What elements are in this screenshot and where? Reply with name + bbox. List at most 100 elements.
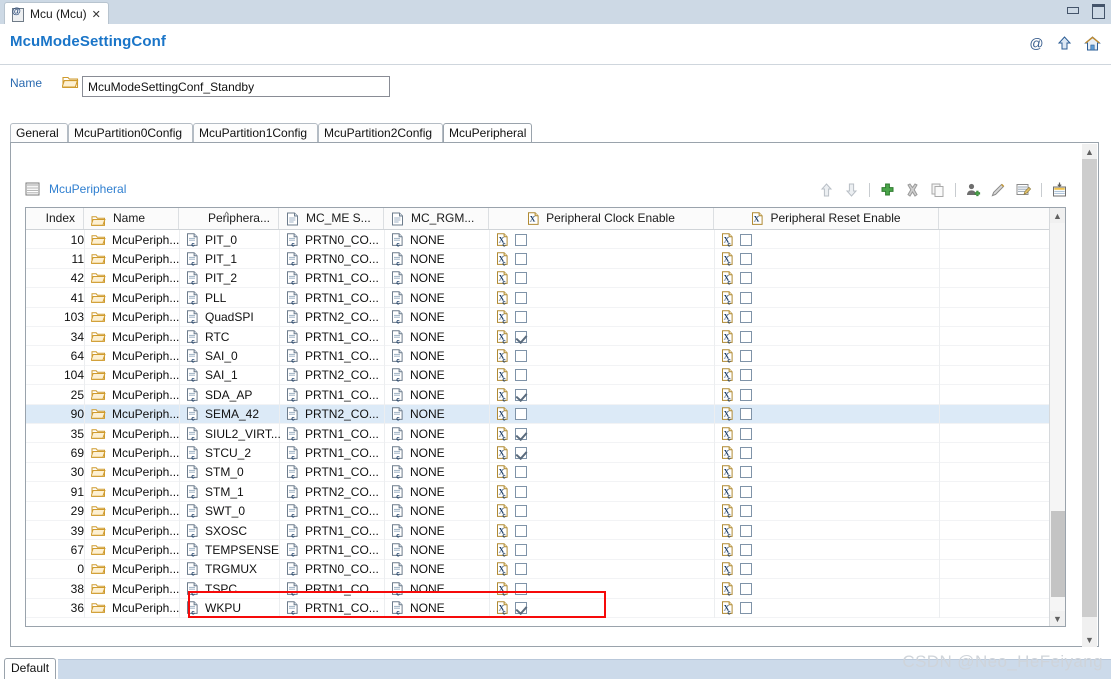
reset-enable-checkbox[interactable] (740, 233, 752, 246)
clock-enable-checkbox[interactable] (515, 233, 527, 246)
cell-peripheral-reset-enable[interactable]: Xc (714, 424, 946, 443)
move-down-icon[interactable] (842, 181, 861, 199)
clock-enable-checkbox[interactable] (515, 524, 527, 537)
tab-general[interactable]: General (10, 123, 68, 142)
clock-enable-checkbox[interactable] (515, 253, 527, 266)
cell-peripheral-reset-enable[interactable]: Xc (714, 249, 946, 268)
maximize-button[interactable] (1090, 3, 1105, 19)
name-input[interactable] (82, 76, 390, 97)
clock-enable-checkbox[interactable] (515, 427, 527, 440)
close-icon[interactable]: ✕ (92, 8, 101, 21)
reset-enable-checkbox[interactable] (740, 388, 752, 401)
link-at-icon[interactable]: @ (1028, 35, 1045, 52)
table-row[interactable]: 29 McuPeriph... c SWT_0 c PRTN1_CO... c NONE Xc X… (26, 501, 1050, 521)
cell-peripheral-clock-enable[interactable]: Xc (489, 424, 721, 443)
reset-enable-checkbox[interactable] (740, 408, 752, 421)
table-row[interactable]: 0 McuPeriph... c TRGMUX c PRTN0_CO... c NONE Xc X… (26, 559, 1050, 580)
cell-peripheral-reset-enable[interactable]: Xc (714, 521, 946, 540)
table-scroll-thumb[interactable] (1051, 511, 1065, 597)
cell-peripheral-clock-enable[interactable]: Xc (489, 366, 721, 385)
cell-peripheral-clock-enable[interactable]: Xc (489, 521, 721, 540)
cell-peripheral-clock-enable[interactable]: Xc (489, 230, 721, 249)
table-row[interactable]: 69 McuPeriph... c STCU_2 c PRTN1_CO... c NONE Xc… (26, 443, 1050, 463)
export-table-icon[interactable] (1050, 181, 1069, 199)
table-row[interactable]: 35 McuPeriph... c SIUL2_VIRT... c PRTN1_CO...… (26, 424, 1050, 444)
reset-enable-checkbox[interactable] (740, 524, 752, 537)
up-arrow-icon[interactable] (1056, 35, 1073, 52)
cell-peripheral-clock-enable[interactable]: Xc (489, 579, 721, 598)
cell-peripheral-reset-enable[interactable]: Xc (714, 560, 946, 579)
move-up-icon[interactable] (817, 181, 836, 199)
table-row[interactable]: 11 McuPeriph... c PIT_1 c PRTN0_CO... c NONE Xc X… (26, 249, 1050, 269)
cell-peripheral-reset-enable[interactable]: Xc (714, 269, 946, 288)
table-column-header-spacer[interactable] (939, 208, 1050, 229)
clock-enable-checkbox[interactable] (515, 447, 527, 460)
clock-enable-checkbox[interactable] (515, 330, 527, 343)
cell-peripheral-reset-enable[interactable]: Xc (714, 346, 946, 365)
table-column-header-mc_me[interactable]: MC_ME S... (279, 208, 384, 229)
edit-table-icon[interactable] (1014, 181, 1033, 199)
table-column-header-name[interactable]: Name (84, 208, 179, 229)
table-row[interactable]: 64 McuPeriph... c SAI_0 c PRTN1_CO... c NONE Xc X… (26, 346, 1050, 366)
editor-tab-mcu[interactable]: Mcu (Mcu) ✕ (4, 2, 109, 25)
clock-enable-checkbox[interactable] (515, 311, 527, 324)
cell-peripheral-reset-enable[interactable]: Xc (714, 385, 946, 404)
reset-enable-checkbox[interactable] (740, 369, 752, 382)
add-user-icon[interactable] (964, 181, 983, 199)
reset-enable-checkbox[interactable] (740, 350, 752, 363)
cell-peripheral-reset-enable[interactable]: Xc (714, 405, 946, 424)
scroll-thumb[interactable] (1082, 159, 1097, 617)
reset-enable-checkbox[interactable] (740, 272, 752, 285)
reset-enable-checkbox[interactable] (740, 505, 752, 518)
cell-peripheral-clock-enable[interactable]: Xc (489, 405, 721, 424)
table-scroll-down-icon[interactable]: ▼ (1050, 611, 1065, 626)
tab-mcuperipheral[interactable]: McuPeripheral (443, 123, 532, 142)
clock-enable-checkbox[interactable] (515, 563, 527, 576)
clock-enable-checkbox[interactable] (515, 582, 527, 595)
cell-peripheral-clock-enable[interactable]: Xc (489, 249, 721, 268)
tab-mcupartition2config[interactable]: McuPartition2Config (318, 123, 443, 142)
table-column-header-peripheral[interactable]: Periphera... ^ (179, 208, 279, 229)
table-row[interactable]: 90 McuPeriph... c SEMA_42 c PRTN2_CO... c NONE X… (26, 404, 1050, 424)
cell-peripheral-reset-enable[interactable]: Xc (714, 288, 946, 307)
table-vertical-scrollbar[interactable]: ▲ ▼ (1049, 208, 1065, 626)
table-row[interactable]: 103 McuPeriph... c QuadSPI c PRTN2_CO... c NONE… (26, 307, 1050, 327)
reset-enable-checkbox[interactable] (740, 330, 752, 343)
table-row[interactable]: 39 McuPeriph... c SXOSC c PRTN1_CO... c NONE Xc X… (26, 521, 1050, 541)
cell-peripheral-reset-enable[interactable]: Xc (714, 463, 946, 482)
table-row[interactable]: 36 McuPeriph... c WKPU c PRTN1_CO... c NONE Xc Xc (26, 598, 1050, 618)
cell-peripheral-clock-enable[interactable]: Xc (489, 540, 721, 559)
cell-peripheral-clock-enable[interactable]: Xc (489, 482, 721, 501)
cell-peripheral-reset-enable[interactable]: Xc (714, 366, 946, 385)
table-row[interactable]: 67 McuPeriph... c TEMPSENSE c PRTN1_CO... c NON… (26, 540, 1050, 560)
scroll-down-icon[interactable]: ▼ (1082, 632, 1097, 647)
reset-enable-checkbox[interactable] (740, 253, 752, 266)
clock-enable-checkbox[interactable] (515, 272, 527, 285)
table-column-header-mc_rgm[interactable]: MC_RGM... (384, 208, 489, 229)
scroll-up-icon[interactable]: ▲ (1082, 144, 1097, 159)
reset-enable-checkbox[interactable] (740, 447, 752, 460)
table-row[interactable]: 91 McuPeriph... c STM_1 c PRTN2_CO... c NONE Xc X… (26, 482, 1050, 502)
reset-enable-checkbox[interactable] (740, 466, 752, 479)
cell-peripheral-clock-enable[interactable]: Xc (489, 346, 721, 365)
table-row[interactable]: 41 McuPeriph... c PLL c PRTN1_CO... c NONE Xc Xc (26, 288, 1050, 308)
table-row[interactable]: 34 McuPeriph... c RTC c PRTN1_CO... c NONE Xc Xc (26, 327, 1050, 347)
add-icon[interactable] (878, 181, 897, 199)
cell-peripheral-reset-enable[interactable]: Xc (714, 443, 946, 462)
table-row[interactable]: 30 McuPeriph... c STM_0 c PRTN1_CO... c NONE Xc X… (26, 462, 1050, 483)
reset-enable-checkbox[interactable] (740, 582, 752, 595)
cell-peripheral-clock-enable[interactable]: Xc (489, 502, 721, 521)
table-row[interactable]: 10 McuPeriph... c PIT_0 c PRTN0_CO... c NONE Xc X… (26, 230, 1050, 250)
reset-enable-checkbox[interactable] (740, 602, 752, 615)
cell-peripheral-reset-enable[interactable]: Xc (714, 482, 946, 501)
clock-enable-checkbox[interactable] (515, 291, 527, 304)
tab-mcupartition1config[interactable]: McuPartition1Config (193, 123, 318, 142)
duplicate-icon[interactable] (928, 181, 947, 199)
reset-enable-checkbox[interactable] (740, 427, 752, 440)
cell-peripheral-clock-enable[interactable]: Xc (489, 560, 721, 579)
cell-peripheral-reset-enable[interactable]: Xc (714, 230, 946, 249)
clock-enable-checkbox[interactable] (515, 505, 527, 518)
cell-peripheral-clock-enable[interactable]: Xc (489, 443, 721, 462)
clock-enable-checkbox[interactable] (515, 544, 527, 557)
cell-peripheral-clock-enable[interactable]: Xc (489, 599, 721, 618)
